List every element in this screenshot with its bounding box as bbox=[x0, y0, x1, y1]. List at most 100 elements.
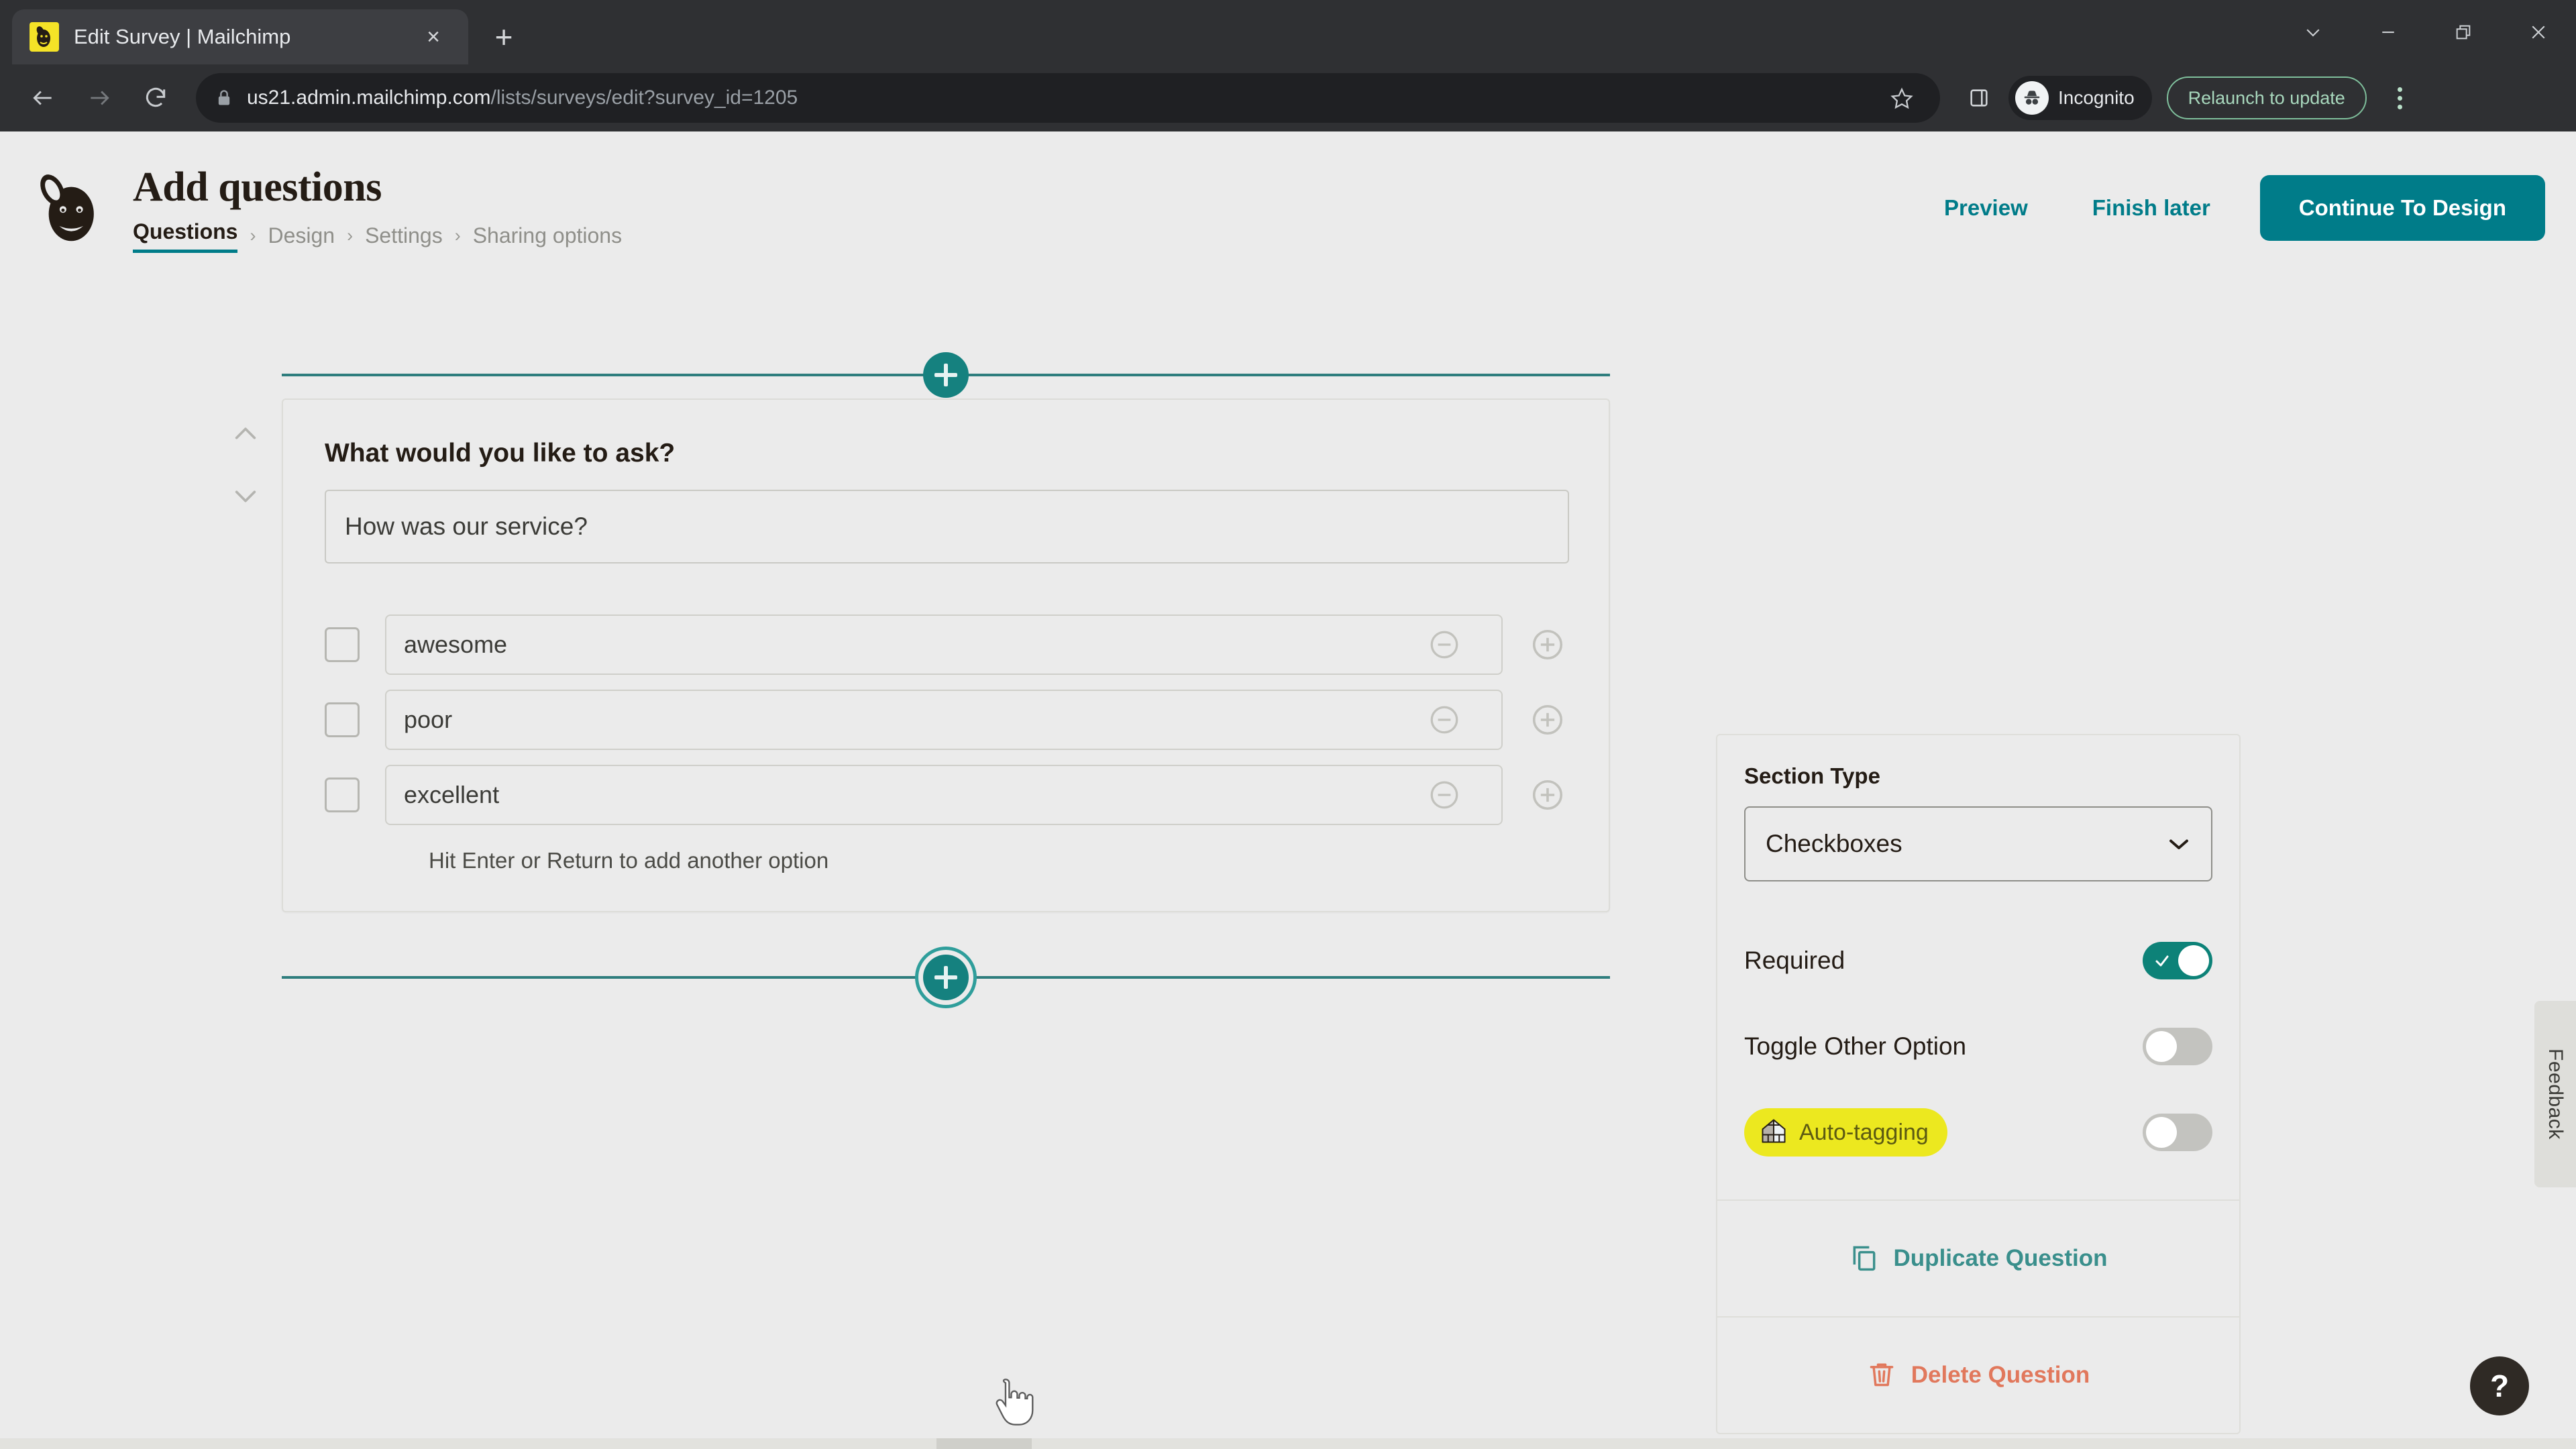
checkbox-unchecked-icon[interactable] bbox=[325, 627, 360, 662]
check-icon bbox=[2153, 953, 2171, 972]
feedback-label: Feedback bbox=[2544, 1049, 2567, 1140]
add-question-button-top[interactable] bbox=[923, 352, 969, 398]
app-header: Add questions Questions › Design › Setti… bbox=[0, 131, 2576, 284]
header-titles: Add questions Questions › Design › Setti… bbox=[133, 164, 622, 253]
url-path: /lists/surveys/edit?survey_id=1205 bbox=[490, 87, 798, 109]
toggle-knob bbox=[2146, 1031, 2177, 1062]
plus-circle-icon[interactable] bbox=[1528, 700, 1567, 739]
question-prompt-label: What would you like to ask? bbox=[325, 439, 676, 468]
toggle-knob bbox=[2146, 1117, 2177, 1148]
forward-arrow-icon[interactable] bbox=[74, 72, 125, 123]
feedback-tab[interactable]: Feedback bbox=[2534, 1001, 2576, 1187]
three-dot-menu-icon[interactable] bbox=[2379, 74, 2422, 121]
add-question-divider-top bbox=[282, 352, 1610, 398]
delete-question-label: Delete Question bbox=[1911, 1362, 2090, 1388]
address-bar[interactable]: us21.admin.mailchimp.com/lists/surveys/e… bbox=[196, 73, 1940, 123]
finish-later-button[interactable]: Finish later bbox=[2060, 195, 2243, 221]
question-card: What would you like to ask? How was our … bbox=[282, 398, 1610, 912]
options-list: awesome poor excellent bbox=[325, 614, 1567, 825]
horizontal-scrollbar-thumb[interactable] bbox=[936, 1438, 1032, 1449]
preview-button[interactable]: Preview bbox=[1912, 195, 2060, 221]
page-title: Add questions bbox=[133, 164, 382, 210]
question-settings-panel: Section Type Checkboxes Required Toggle … bbox=[1716, 734, 2241, 1434]
minimize-icon[interactable] bbox=[2351, 0, 2426, 64]
option-label: poor bbox=[404, 706, 453, 733]
question-card-wrapper: What would you like to ask? How was our … bbox=[235, 398, 1610, 912]
breadcrumb-item-questions[interactable]: Questions bbox=[133, 219, 238, 253]
auto-tagging-toggle[interactable] bbox=[2143, 1114, 2212, 1151]
auto-tagging-label: Auto-tagging bbox=[1799, 1119, 1929, 1145]
breadcrumb-item-design[interactable]: Design bbox=[268, 223, 335, 248]
add-question-divider-bottom bbox=[282, 954, 1610, 1001]
option-text-input[interactable]: excellent bbox=[385, 765, 1503, 825]
move-question-down-icon[interactable] bbox=[229, 482, 262, 511]
bookmark-star-icon[interactable] bbox=[1882, 78, 1921, 117]
option-row: awesome bbox=[325, 614, 1567, 675]
relaunch-to-update-button[interactable]: Relaunch to update bbox=[2166, 76, 2367, 119]
lock-icon bbox=[215, 88, 233, 108]
tab-close-icon[interactable]: × bbox=[416, 19, 451, 54]
greenhouse-icon bbox=[1759, 1117, 1788, 1148]
minimize-to-tray-icon[interactable] bbox=[2275, 0, 2351, 64]
option-label: excellent bbox=[404, 781, 500, 808]
option-row: poor bbox=[325, 690, 1567, 750]
new-tab-button[interactable]: + bbox=[483, 16, 525, 58]
tab-title: Edit Survey | Mailchimp bbox=[74, 25, 291, 48]
toggle-other-option-switch[interactable] bbox=[2143, 1028, 2212, 1065]
chevron-down-icon bbox=[2167, 837, 2191, 851]
incognito-label: Incognito bbox=[2058, 87, 2135, 108]
maximize-restore-icon[interactable] bbox=[2426, 0, 2501, 64]
add-question-button-bottom[interactable] bbox=[923, 955, 969, 1000]
move-question-up-icon[interactable] bbox=[229, 419, 262, 448]
section-type-label: Section Type bbox=[1744, 763, 1880, 788]
browser-tab[interactable]: Edit Survey | Mailchimp × bbox=[12, 9, 468, 64]
settings-toggle-rows: Required Toggle Other Option Auto-taggin… bbox=[1717, 911, 2239, 1199]
horizontal-scrollbar-track[interactable] bbox=[0, 1438, 2576, 1449]
reorder-controls bbox=[229, 419, 262, 511]
section-type-select[interactable]: Checkboxes bbox=[1744, 806, 2212, 881]
section-type-group: Section Type Checkboxes bbox=[1717, 735, 2239, 911]
close-window-icon[interactable] bbox=[2501, 0, 2576, 64]
breadcrumb-item-sharing-options[interactable]: Sharing options bbox=[473, 223, 622, 248]
url-text: us21.admin.mailchimp.com/lists/surveys/e… bbox=[247, 87, 798, 109]
continue-to-design-button[interactable]: Continue To Design bbox=[2259, 175, 2545, 241]
setting-row-toggle-other-option: Toggle Other Option bbox=[1744, 1004, 2212, 1089]
side-panel-icon[interactable] bbox=[1957, 76, 2000, 119]
help-button[interactable]: ? bbox=[2470, 1356, 2529, 1415]
checkbox-unchecked-icon[interactable] bbox=[325, 777, 360, 812]
required-toggle[interactable] bbox=[2143, 942, 2212, 979]
duplicate-question-label: Duplicate Question bbox=[1893, 1245, 2108, 1271]
minus-circle-icon[interactable] bbox=[1426, 627, 1462, 663]
checkbox-unchecked-icon[interactable] bbox=[325, 702, 360, 737]
breadcrumb-separator: › bbox=[250, 225, 256, 246]
section-type-value: Checkboxes bbox=[1766, 830, 1902, 857]
reload-icon[interactable] bbox=[130, 72, 181, 123]
tab-strip: Edit Survey | Mailchimp × + bbox=[0, 0, 2576, 64]
question-text-input[interactable]: How was our service? bbox=[325, 490, 1569, 564]
plus-icon bbox=[944, 966, 948, 989]
option-row: excellent bbox=[325, 765, 1567, 825]
plus-icon bbox=[944, 364, 948, 386]
duplicate-question-button[interactable]: Duplicate Question bbox=[1717, 1201, 2239, 1316]
auto-tagging-badge: Auto-tagging bbox=[1744, 1108, 1947, 1157]
question-canvas: What would you like to ask? How was our … bbox=[0, 284, 1717, 1001]
mailchimp-freddie-logo-icon bbox=[32, 170, 107, 246]
delete-question-button[interactable]: Delete Question bbox=[1717, 1318, 2239, 1433]
back-arrow-icon[interactable] bbox=[17, 72, 68, 123]
plus-circle-icon[interactable] bbox=[1528, 625, 1567, 664]
minus-circle-icon[interactable] bbox=[1426, 702, 1462, 738]
url-host: us21.admin.mailchimp.com bbox=[247, 87, 491, 109]
incognito-avatar-icon bbox=[2015, 81, 2049, 115]
body-area: What would you like to ask? How was our … bbox=[0, 284, 2576, 1449]
plus-circle-icon[interactable] bbox=[1528, 775, 1567, 814]
minus-circle-icon[interactable] bbox=[1426, 777, 1462, 813]
option-text-input[interactable]: poor bbox=[385, 690, 1503, 750]
toolbar-right-cluster: Incognito Relaunch to update bbox=[1957, 74, 2422, 121]
browser-chrome: Edit Survey | Mailchimp × + us21.admin.m… bbox=[0, 0, 2576, 131]
page-root: Add questions Questions › Design › Setti… bbox=[0, 131, 2576, 1449]
browser-toolbar: us21.admin.mailchimp.com/lists/surveys/e… bbox=[0, 64, 2576, 131]
required-label: Required bbox=[1744, 947, 1845, 974]
option-text-input[interactable]: awesome bbox=[385, 614, 1503, 675]
breadcrumb-item-settings[interactable]: Settings bbox=[365, 223, 443, 248]
incognito-profile-button[interactable]: Incognito bbox=[2008, 76, 2152, 120]
